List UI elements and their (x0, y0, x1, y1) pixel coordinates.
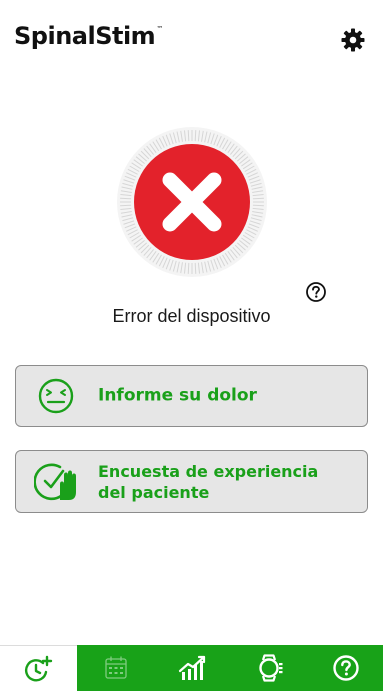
patient-survey-label-line-1: Encuesta de experiencia (98, 461, 319, 481)
tab-progress[interactable] (154, 645, 231, 691)
status-ring-tick (120, 197, 132, 200)
tab-therapy[interactable] (0, 645, 77, 691)
question-circle-icon (306, 282, 326, 302)
status-ring-tick (187, 130, 190, 142)
app-header: SpinalStim™ (0, 0, 383, 80)
app-name: SpinalStim (14, 22, 156, 50)
gear-icon (341, 28, 365, 52)
calendar-icon (104, 656, 127, 679)
report-pain-button[interactable]: Informe su dolor (15, 365, 368, 427)
status-ring-tick (252, 197, 264, 200)
trademark-mark: ™ (156, 25, 163, 33)
status-ring-tick (252, 204, 264, 207)
patient-survey-button[interactable]: Encuesta de experiencia del paciente (15, 450, 368, 513)
pain-face-icon (38, 378, 74, 414)
error-x-icon (117, 127, 267, 277)
tab-calendar[interactable] (77, 645, 154, 691)
status-help-button[interactable] (305, 281, 327, 303)
status-caption: Error del dispositivo (112, 306, 271, 326)
patient-survey-label-line-2: del paciente (98, 482, 210, 502)
therapy-clock-add-icon (24, 655, 52, 681)
status-ring-tick (187, 262, 190, 274)
device-status-indicator (116, 126, 268, 278)
report-pain-label: Informe su dolor (98, 385, 257, 406)
status-ring-tick (194, 262, 197, 274)
settings-button[interactable] (341, 28, 365, 52)
survey-check-hand-icon (34, 463, 76, 500)
patient-survey-label: Encuesta de experiencia del paciente (98, 461, 318, 503)
tab-help[interactable] (308, 645, 383, 691)
status-ring-tick (120, 204, 132, 207)
status-ring-tick (194, 130, 197, 142)
watch-device-icon (258, 654, 282, 682)
app-logo: SpinalStim™ (14, 22, 163, 50)
progress-chart-icon (178, 655, 205, 680)
bottom-tab-bar (0, 645, 383, 691)
tab-device[interactable] (231, 645, 308, 691)
help-circle-icon (332, 655, 359, 681)
